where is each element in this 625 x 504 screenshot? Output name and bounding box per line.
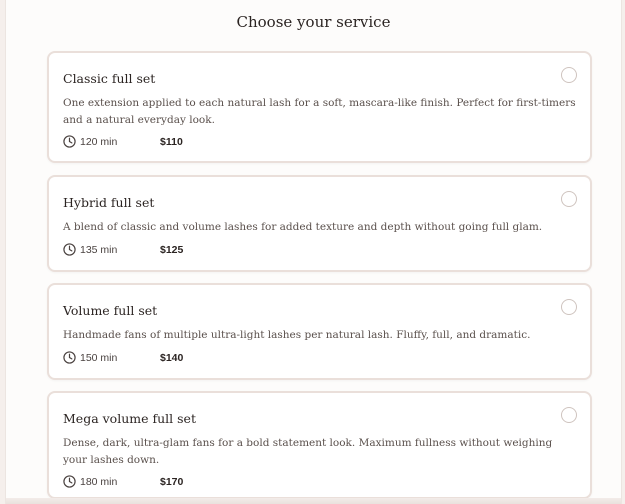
bottom-edge xyxy=(6,498,621,504)
clock-icon xyxy=(63,351,76,364)
service-description: A blend of classic and volume lashes for… xyxy=(63,221,543,233)
service-description: One extension applied to each natural la… xyxy=(63,97,576,126)
service-name: Volume full set xyxy=(63,303,158,318)
clock-icon xyxy=(63,475,76,488)
service-description: Dense, dark, ultra-glam fans for a bold … xyxy=(63,437,553,466)
service-card-hybrid[interactable]: Hybrid full set A blend of classic and v… xyxy=(47,175,592,272)
service-picker-panel: Choose your service Classic full set One… xyxy=(5,0,622,504)
service-price: $110 xyxy=(160,135,183,148)
service-card-classic[interactable]: Classic full set One extension applied t… xyxy=(47,51,592,163)
service-meta: 120 min $110 xyxy=(63,135,183,148)
service-name: Hybrid full set xyxy=(63,195,155,210)
service-price: $125 xyxy=(160,243,184,256)
clock-icon xyxy=(63,243,76,256)
service-description: Handmade fans of multiple ultra-light la… xyxy=(63,329,531,341)
service-meta: 180 min $170 xyxy=(63,475,183,488)
service-duration: 150 min xyxy=(80,351,118,364)
service-radio[interactable] xyxy=(561,299,577,315)
service-name: Mega volume full set xyxy=(63,411,196,426)
service-duration: 135 min xyxy=(80,243,118,256)
service-price: $140 xyxy=(160,351,184,364)
service-radio[interactable] xyxy=(561,67,577,83)
service-duration: 120 min xyxy=(80,135,118,148)
service-duration: 180 min xyxy=(80,475,118,488)
service-meta: 150 min $140 xyxy=(63,351,183,364)
service-price: $170 xyxy=(160,475,184,488)
service-radio[interactable] xyxy=(561,407,577,423)
page-title: Choose your service xyxy=(236,13,391,31)
service-card-volume[interactable]: Volume full set Handmade fans of multipl… xyxy=(47,283,592,380)
clock-icon xyxy=(63,135,76,148)
service-card-mega-volume[interactable]: Mega volume full set Dense, dark, ultra-… xyxy=(47,391,592,499)
service-meta: 135 min $125 xyxy=(63,243,183,256)
service-radio[interactable] xyxy=(561,191,577,207)
service-name: Classic full set xyxy=(63,71,156,86)
